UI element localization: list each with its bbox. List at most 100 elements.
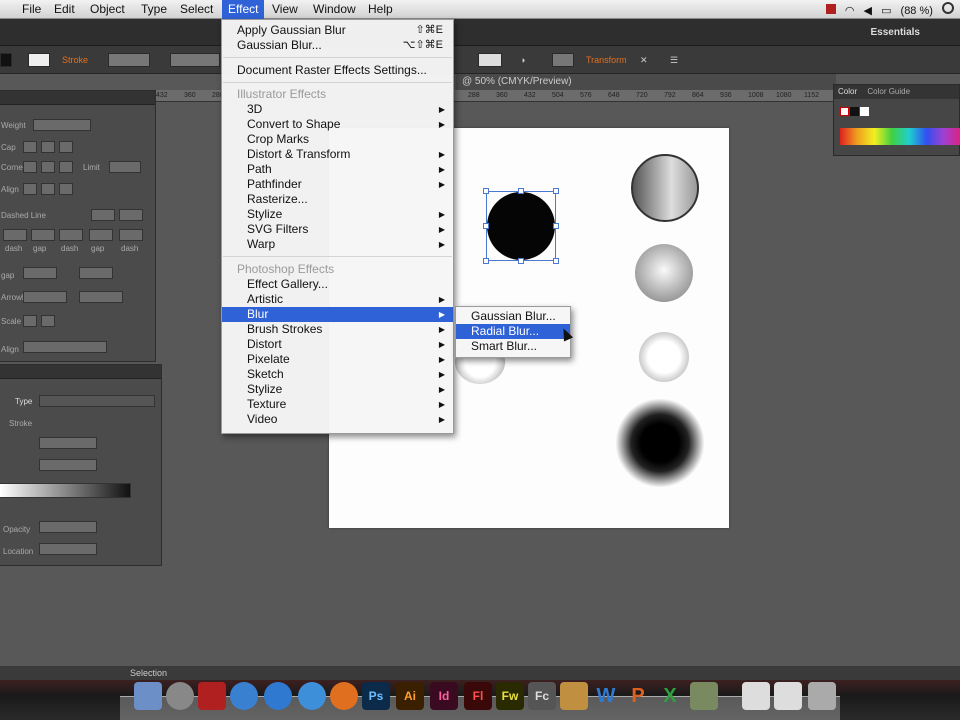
word-icon[interactable]: W <box>592 682 620 710</box>
black-swatch[interactable] <box>850 107 859 116</box>
effect-gallery-item[interactable]: Effect Gallery... <box>222 277 453 292</box>
battery-icon[interactable]: ▭ <box>881 4 891 17</box>
round-join-button[interactable] <box>41 161 55 173</box>
gradient-aspect-field[interactable] <box>39 459 97 471</box>
selection-handle[interactable] <box>553 188 559 194</box>
weight-field[interactable] <box>33 119 91 131</box>
sketch-item[interactable]: Sketch ▶ <box>222 367 453 382</box>
menu-select[interactable]: Select <box>180 2 213 16</box>
document-icon[interactable] <box>742 682 770 710</box>
gradient-circle-linear[interactable] <box>631 154 699 222</box>
isolate-icon[interactable]: ✕ <box>640 55 648 66</box>
miter-join-button[interactable] <box>23 161 37 173</box>
gap-field-2[interactable] <box>89 229 113 241</box>
selection-handle[interactable] <box>518 188 524 194</box>
svg-filters-item[interactable]: SVG Filters ▶ <box>222 222 453 237</box>
stroke-swatch[interactable] <box>28 53 50 67</box>
pixelate-item[interactable]: Pixelate ▶ <box>222 352 453 367</box>
menu-effect[interactable]: Effect <box>222 0 265 19</box>
white-swatch[interactable] <box>860 107 869 116</box>
limit-field[interactable] <box>109 161 141 173</box>
workspace-switcher[interactable]: Essentials <box>871 27 920 38</box>
align-center-button[interactable] <box>23 183 37 195</box>
app-folder-icon[interactable] <box>560 682 588 710</box>
distort-item[interactable]: Distort ▶ <box>222 337 453 352</box>
gaussian-blur-item[interactable]: Gaussian Blur... <box>456 309 570 324</box>
menu-view[interactable]: View <box>272 2 298 16</box>
projecting-cap-button[interactable] <box>59 141 73 153</box>
gradient-angle-field[interactable] <box>39 437 97 449</box>
pathfinder-item[interactable]: Pathfinder ▶ <box>222 177 453 192</box>
ring-circle[interactable] <box>639 332 689 382</box>
arrow-end-scale-field[interactable] <box>79 291 123 303</box>
variable-width-field[interactable] <box>170 53 220 67</box>
menu-type[interactable]: Type <box>141 2 167 16</box>
finder-icon[interactable] <box>134 682 162 710</box>
selection-handle[interactable] <box>483 188 489 194</box>
gradient-type-select[interactable] <box>39 395 155 407</box>
apply-last-effect-item[interactable]: Apply Gaussian Blur ⇧⌘E <box>222 23 453 38</box>
firefox-icon[interactable] <box>330 682 358 710</box>
itunes-icon[interactable] <box>264 682 292 710</box>
volume-icon[interactable]: ◀ <box>864 4 872 17</box>
none-swatch[interactable] <box>840 107 849 116</box>
app-status-icon[interactable] <box>825 4 836 14</box>
selection-handle[interactable] <box>553 223 559 229</box>
rasterize-item[interactable]: Rasterize... <box>222 192 453 207</box>
round-cap-button[interactable] <box>41 141 55 153</box>
app-store-icon[interactable] <box>298 682 326 710</box>
gradient-circle-radial[interactable] <box>635 244 693 302</box>
launchpad-icon[interactable] <box>166 682 194 710</box>
menu-object[interactable]: Object <box>90 2 125 16</box>
stroke-label[interactable]: Stroke <box>62 55 88 65</box>
stylize-photoshop-item[interactable]: Stylize ▶ <box>222 382 453 397</box>
convert-to-shape-item[interactable]: Convert to Shape ▶ <box>222 117 453 132</box>
gradient-slider[interactable] <box>0 483 131 498</box>
trash-icon[interactable] <box>808 682 836 710</box>
path-item[interactable]: Path ▶ <box>222 162 453 177</box>
selection-handle[interactable] <box>553 258 559 264</box>
align-icon[interactable]: ☰ <box>670 55 678 66</box>
color-spectrum[interactable] <box>840 128 960 145</box>
gradient-location-field[interactable] <box>39 543 97 555</box>
gradient-panel-header[interactable] <box>0 365 161 379</box>
artistic-item[interactable]: Artistic ▶ <box>222 292 453 307</box>
texture-item[interactable]: Texture ▶ <box>222 397 453 412</box>
brush-strokes-item[interactable]: Brush Strokes ▶ <box>222 322 453 337</box>
dash-field-2[interactable] <box>59 229 83 241</box>
tab-color[interactable]: Color <box>838 87 857 96</box>
selection-handle[interactable] <box>483 258 489 264</box>
radial-blur-item[interactable]: Radial Blur... <box>456 324 570 339</box>
safari-icon[interactable] <box>230 682 258 710</box>
dash-preserve-button[interactable] <box>91 209 115 221</box>
menu-edit[interactable]: Edit <box>54 2 75 16</box>
style-swatch[interactable] <box>478 53 502 67</box>
wifi-icon[interactable]: ◠ <box>845 4 855 17</box>
stylize-illustrator-item[interactable]: Stylize ▶ <box>222 207 453 222</box>
flash-icon[interactable]: Fl <box>464 682 492 710</box>
transform-link[interactable]: Transform <box>586 55 627 65</box>
preview-icon[interactable] <box>690 682 718 710</box>
selection-handle[interactable] <box>483 223 489 229</box>
stroke-weight-field[interactable] <box>108 53 150 67</box>
spotlight-icon[interactable] <box>942 2 954 14</box>
start-arrowhead-select[interactable] <box>23 267 57 279</box>
menu-window[interactable]: Window <box>313 2 356 16</box>
dash-field-1[interactable] <box>3 229 27 241</box>
flash-catalyst-icon[interactable]: Fc <box>528 682 556 710</box>
profile-select[interactable] <box>23 341 107 353</box>
gap-field-1[interactable] <box>31 229 55 241</box>
selection-handle[interactable] <box>518 258 524 264</box>
current-tool-label[interactable]: Selection <box>130 668 167 678</box>
arrow-start-scale-field[interactable] <box>23 291 67 303</box>
distort-transform-item[interactable]: Distort & Transform ▶ <box>222 147 453 162</box>
crop-marks-item[interactable]: Crop Marks <box>222 132 453 147</box>
app-red-icon[interactable] <box>198 682 226 710</box>
butt-cap-button[interactable] <box>23 141 37 153</box>
arrow-place-align-button[interactable] <box>41 315 55 327</box>
effect-3d-item[interactable]: 3D ▶ <box>222 102 453 117</box>
blur-item[interactable]: Blur ▶ <box>222 307 453 322</box>
excel-icon[interactable]: X <box>656 682 684 710</box>
fireworks-icon[interactable]: Fw <box>496 682 524 710</box>
document-raster-settings-item[interactable]: Document Raster Effects Settings... <box>222 63 453 78</box>
